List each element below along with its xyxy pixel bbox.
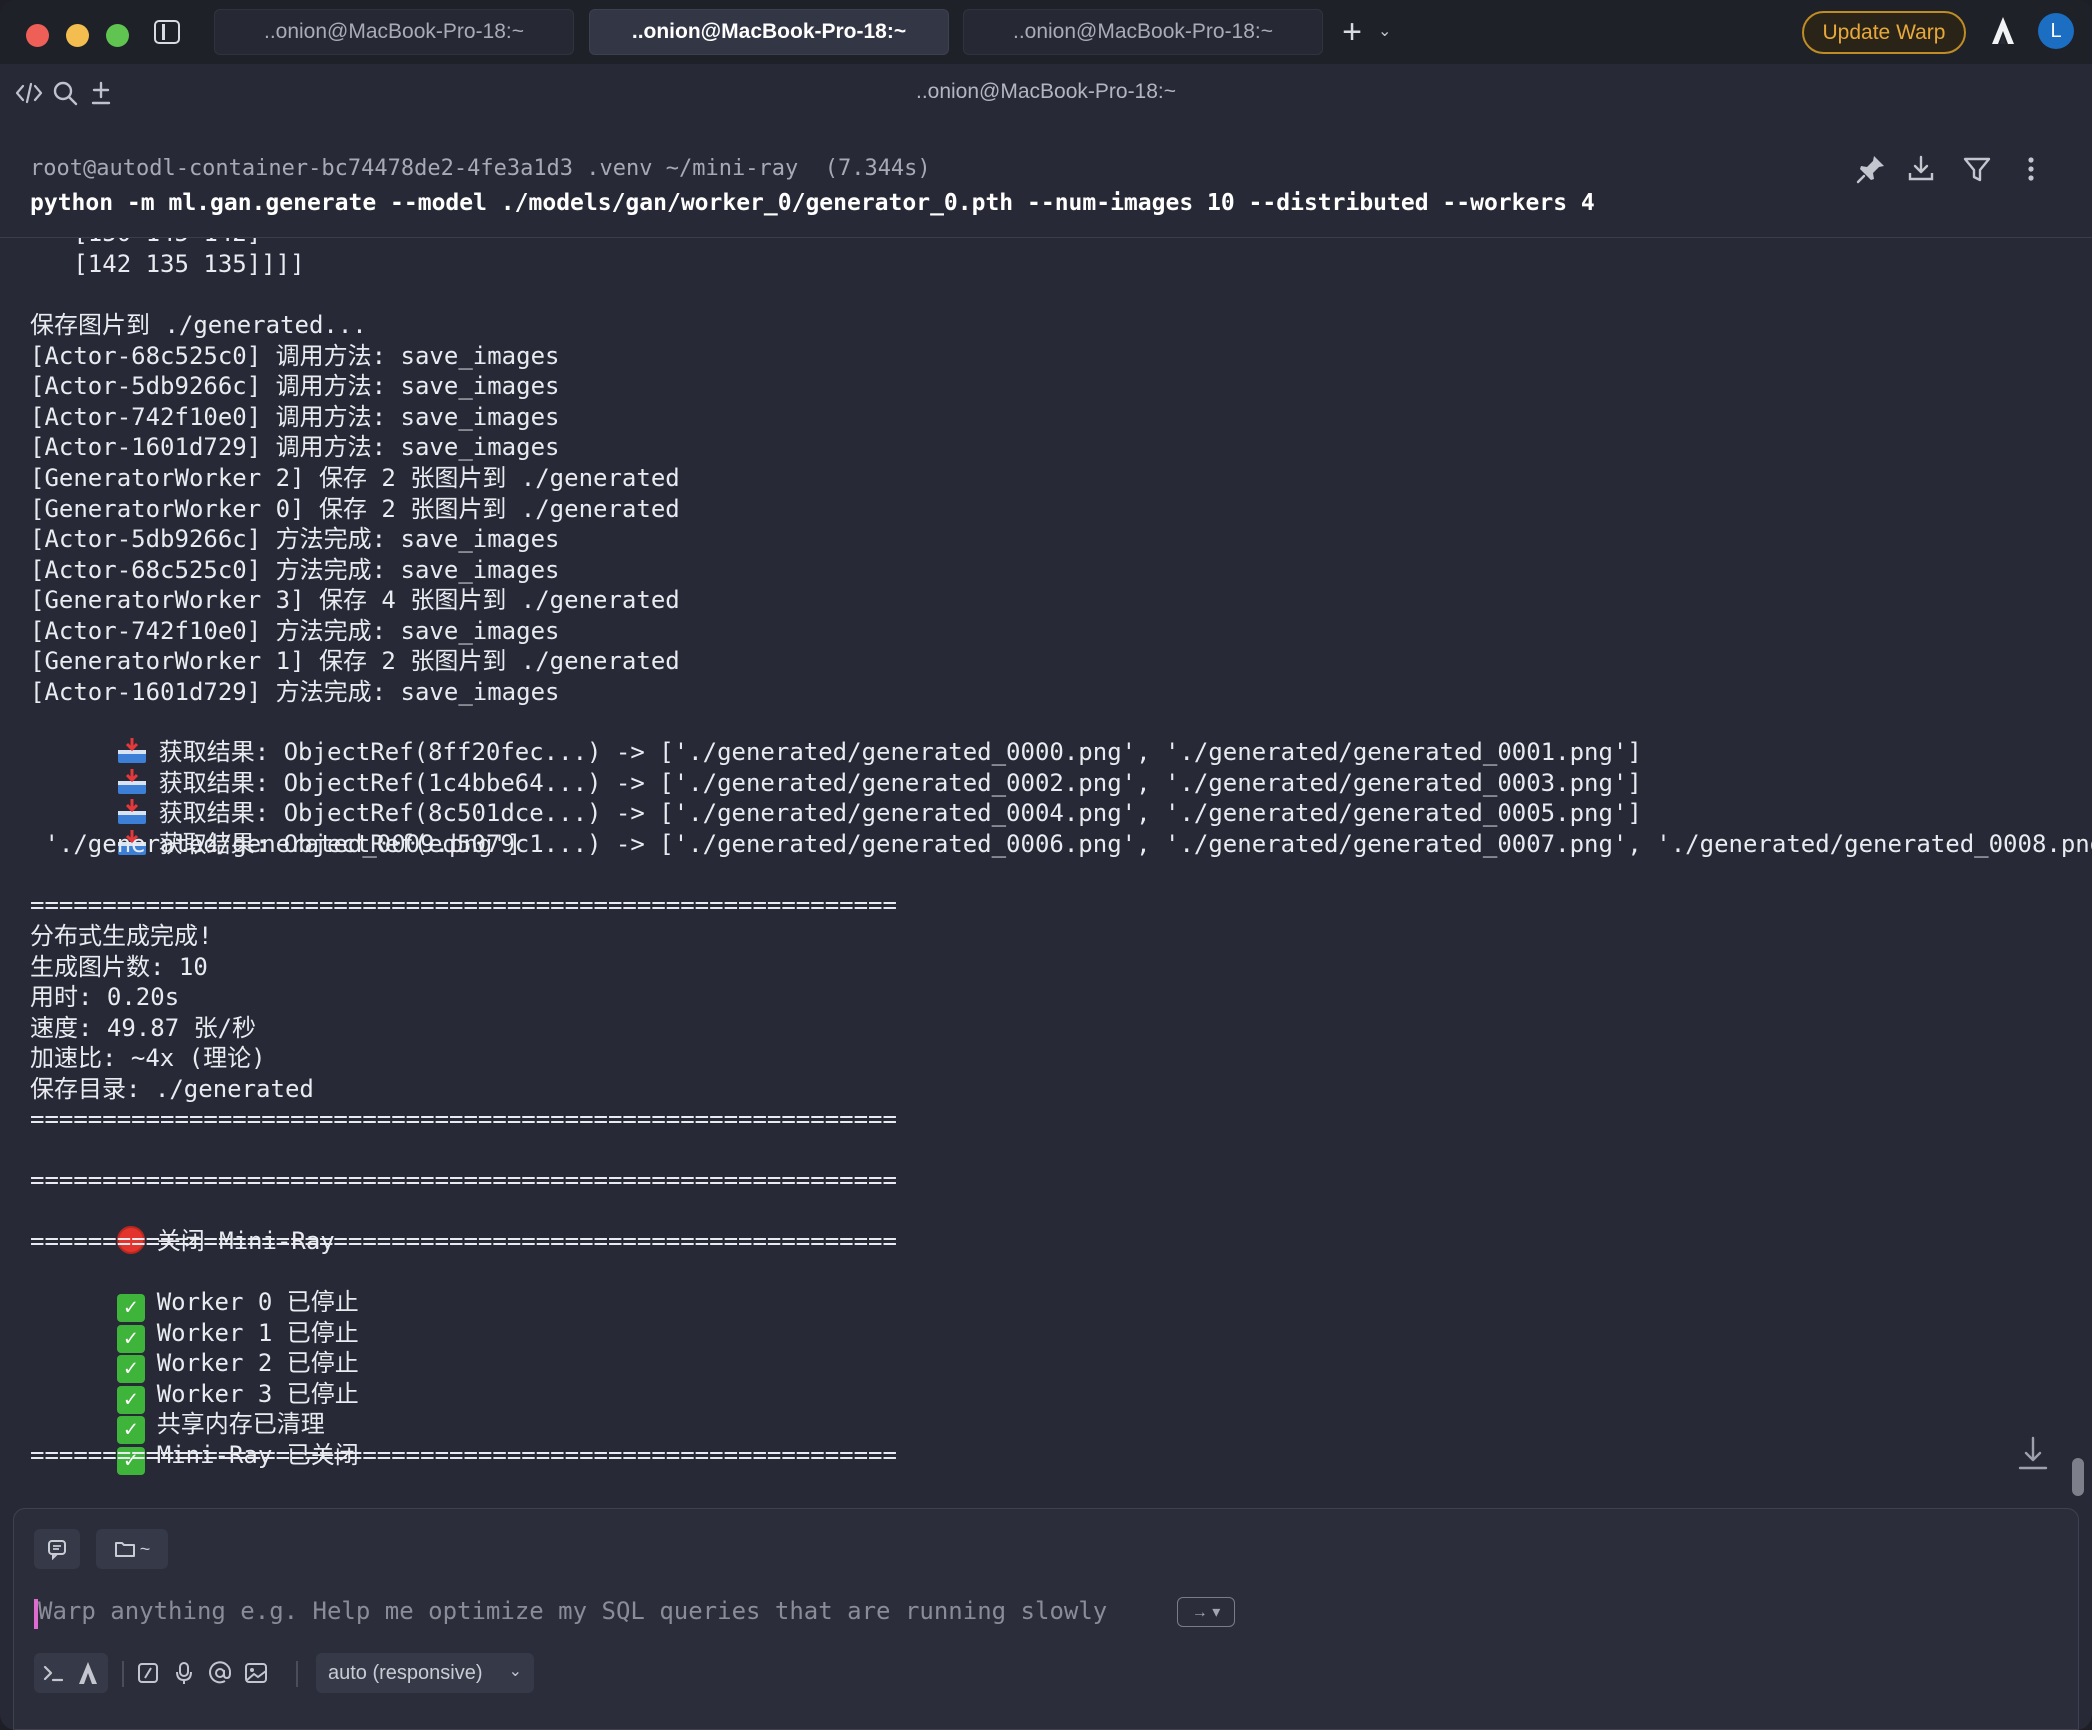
result-line: 获取结果: ObjectRef(1c4bbe64...) -> ['./gene…: [30, 738, 1642, 797]
directory-chip[interactable]: ~: [96, 1529, 168, 1569]
summary-line: 速度: 49.87 张/秒: [30, 1014, 257, 1042]
filter-icon[interactable]: [1960, 152, 1994, 186]
result-line: 获取结果: ObjectRef(8c501dce...) -> ['./gene…: [30, 768, 1642, 827]
result-line: 获取结果: ObjectRef(8ff20fec...) -> ['./gene…: [30, 707, 1642, 766]
command-text[interactable]: python -m ml.gan.generate --model ./mode…: [30, 190, 1595, 216]
output-line: [GeneratorWorker 3] 保存 4 张图片到 ./generate…: [30, 586, 680, 614]
prompt-input[interactable]: Warp anything e.g. Help me optimize my S…: [38, 1597, 1107, 1625]
toolbar-divider: [122, 1661, 124, 1687]
output-line: 保存图片到 ./generated...: [30, 311, 367, 339]
result-line: 获取结果: ObjectRef(ed5079c1...) -> ['./gene…: [30, 799, 2092, 858]
model-selector[interactable]: auto (responsive) ⌄: [316, 1653, 534, 1693]
separator: ========================================…: [30, 1441, 897, 1469]
tab-3[interactable]: ..onion@MacBook-Pro-18:~: [963, 9, 1323, 55]
warp-agent-icon[interactable]: [1988, 14, 2018, 48]
window-title: ..onion@MacBook-Pro-18:~: [915, 80, 1177, 103]
close-window-button[interactable]: [26, 24, 49, 47]
avatar[interactable]: L: [2038, 13, 2074, 49]
separator: ========================================…: [30, 1105, 897, 1133]
download-icon[interactable]: [1904, 152, 1938, 186]
output-line: [GeneratorWorker 0] 保存 2 张图片到 ./generate…: [30, 495, 680, 523]
minimize-window-button[interactable]: [66, 24, 89, 47]
sidebar-toggle-icon[interactable]: [154, 20, 180, 44]
chevron-down-icon[interactable]: ⌄: [1378, 18, 1391, 46]
output-line: [Actor-1601d729] 方法完成: save_images: [30, 678, 560, 706]
check-line: ✓ 共享内存已清理: [30, 1379, 325, 1444]
more-options-icon[interactable]: [2014, 152, 2048, 186]
check-line: ✓ Mini-Ray 已关闭: [30, 1410, 359, 1475]
check-line: ✓ Worker 0 已停止: [30, 1257, 359, 1322]
terminal-icon[interactable]: [40, 1659, 68, 1687]
new-tab-button[interactable]: +: [1338, 14, 1366, 50]
microphone-icon[interactable]: [170, 1659, 198, 1687]
output-line: [142 135 135]]]]: [30, 250, 305, 278]
separator: ========================================…: [30, 891, 897, 919]
slash-command-icon[interactable]: [134, 1659, 162, 1687]
check-line: ✓ Worker 1 已停止: [30, 1288, 359, 1353]
command-block-header[interactable]: root@autodl-container-bc74478de2-4fe3a1d…: [0, 122, 2092, 238]
output-line: [Actor-5db9266c] 调用方法: save_images: [30, 372, 560, 400]
output-line: [Actor-742f10e0] 调用方法: save_images: [30, 403, 560, 431]
zoom-window-button[interactable]: [106, 24, 129, 47]
scrollbar-thumb[interactable]: [2072, 1458, 2084, 1496]
image-attach-icon[interactable]: [242, 1659, 270, 1687]
output-line: [Actor-68c525c0] 方法完成: save_images: [30, 556, 560, 584]
at-mention-icon[interactable]: [206, 1659, 234, 1687]
scroll-to-bottom-icon[interactable]: [2016, 1434, 2050, 1474]
tab-2-active[interactable]: ..onion@MacBook-Pro-18:~: [589, 9, 949, 55]
mode-toggle[interactable]: [34, 1653, 108, 1693]
output-line: [Actor-68c525c0] 调用方法: save_images: [30, 342, 560, 370]
output-line: [GeneratorWorker 1] 保存 2 张图片到 ./generate…: [30, 647, 680, 675]
toolbar-divider: [296, 1661, 298, 1687]
mode-hint-button[interactable]: → ▾: [1177, 1597, 1235, 1627]
output-line: [Actor-5db9266c] 方法完成: save_images: [30, 525, 560, 553]
output-line: [GeneratorWorker 2] 保存 2 张图片到 ./generate…: [30, 464, 680, 492]
prompt-context: root@autodl-container-bc74478de2-4fe3a1d…: [30, 156, 931, 181]
pin-icon[interactable]: [1854, 152, 1888, 186]
result-line-continued: './generated/generated_0009.png']: [30, 830, 522, 858]
check-line: ✓ Worker 2 已停止: [30, 1318, 359, 1383]
title-bar: ..onion@MacBook-Pro-18:~ ..onion@MacBook…: [0, 0, 2092, 64]
summary-line: 加速比: ~4x (理论): [30, 1044, 266, 1072]
shutdown-title: 关闭 Mini-Ray: [30, 1196, 335, 1255]
directory-label: ~: [139, 1538, 151, 1559]
summary-line: 生成图片数: 10: [30, 953, 208, 981]
command-output: [150 145 142] [142 135 135]]]] 保存图片到 ./g…: [0, 238, 2092, 1500]
chat-icon[interactable]: [34, 1529, 80, 1569]
input-editor[interactable]: ~ Warp anything e.g. Help me optimize my…: [13, 1508, 2079, 1730]
sub-toolbar: ..onion@MacBook-Pro-18:~: [0, 64, 2092, 122]
output-line: [150 145 142]: [30, 238, 261, 248]
chevron-down-icon: ⌄: [508, 1663, 522, 1680]
output-line: [Actor-742f10e0] 方法完成: save_images: [30, 617, 560, 645]
separator: ========================================…: [30, 1227, 897, 1255]
folder-icon: [114, 1542, 135, 1557]
agent-icon[interactable]: [74, 1659, 102, 1687]
tab-1[interactable]: ..onion@MacBook-Pro-18:~: [214, 9, 574, 55]
output-line: [Actor-1601d729] 调用方法: save_images: [30, 433, 560, 461]
summary-line: 分布式生成完成!: [30, 922, 213, 950]
summary-line: 保存目录: ./generated: [30, 1075, 314, 1103]
separator: ========================================…: [30, 1166, 897, 1194]
summary-line: 用时: 0.20s: [30, 983, 180, 1011]
check-line: ✓ Worker 3 已停止: [30, 1349, 359, 1414]
warp-window: ..onion@MacBook-Pro-18:~ ..onion@MacBook…: [0, 0, 2092, 1730]
update-warp-button[interactable]: Update Warp: [1802, 11, 1966, 54]
